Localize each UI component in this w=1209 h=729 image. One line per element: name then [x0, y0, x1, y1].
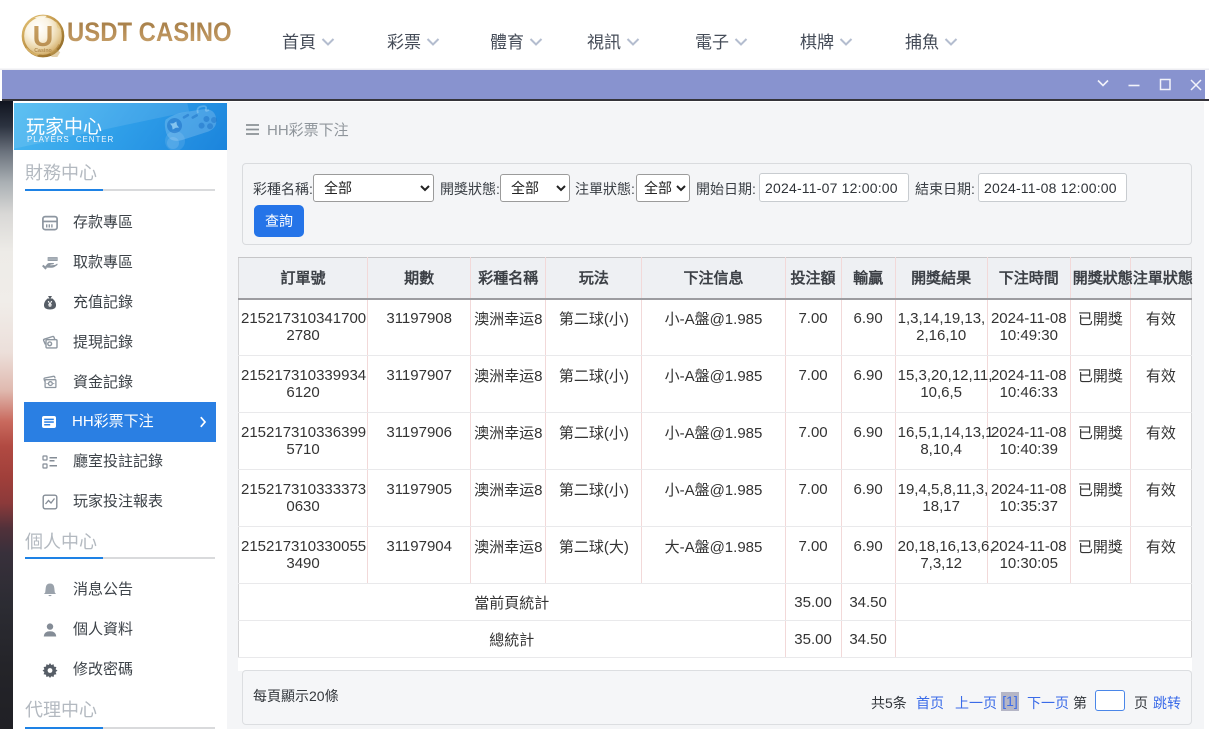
svg-text:Casino: Casino [34, 48, 52, 54]
svg-text:¥: ¥ [48, 300, 53, 309]
